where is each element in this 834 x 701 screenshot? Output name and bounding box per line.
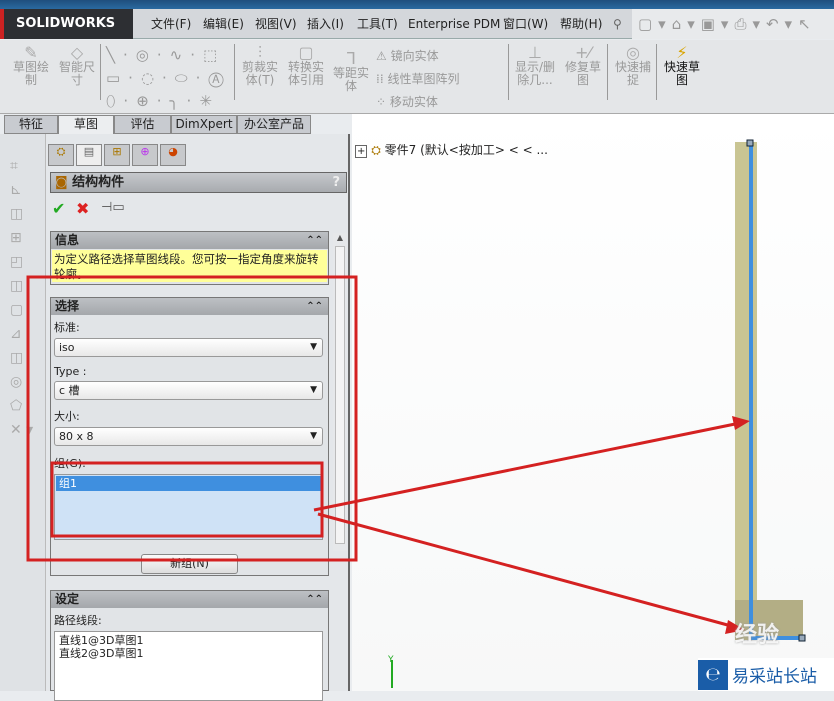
triad-icon: Y — [387, 655, 394, 688]
annotation-arrow-2 — [317, 512, 736, 629]
annotation-box-group — [50, 461, 324, 538]
watermark-logo: ℮ 易采站长站 — [698, 658, 834, 691]
watermark-experience: 经验 — [735, 623, 780, 648]
annotation-arrow-1 — [313, 421, 741, 512]
endpoint-handle — [746, 139, 754, 147]
svg-text:Y: Y — [387, 655, 394, 665]
graphics-overlay: Y — [26, 139, 806, 688]
annotation-box-selection — [26, 275, 358, 562]
beam-vertical — [735, 142, 757, 612]
endpoint-handle — [798, 634, 806, 642]
